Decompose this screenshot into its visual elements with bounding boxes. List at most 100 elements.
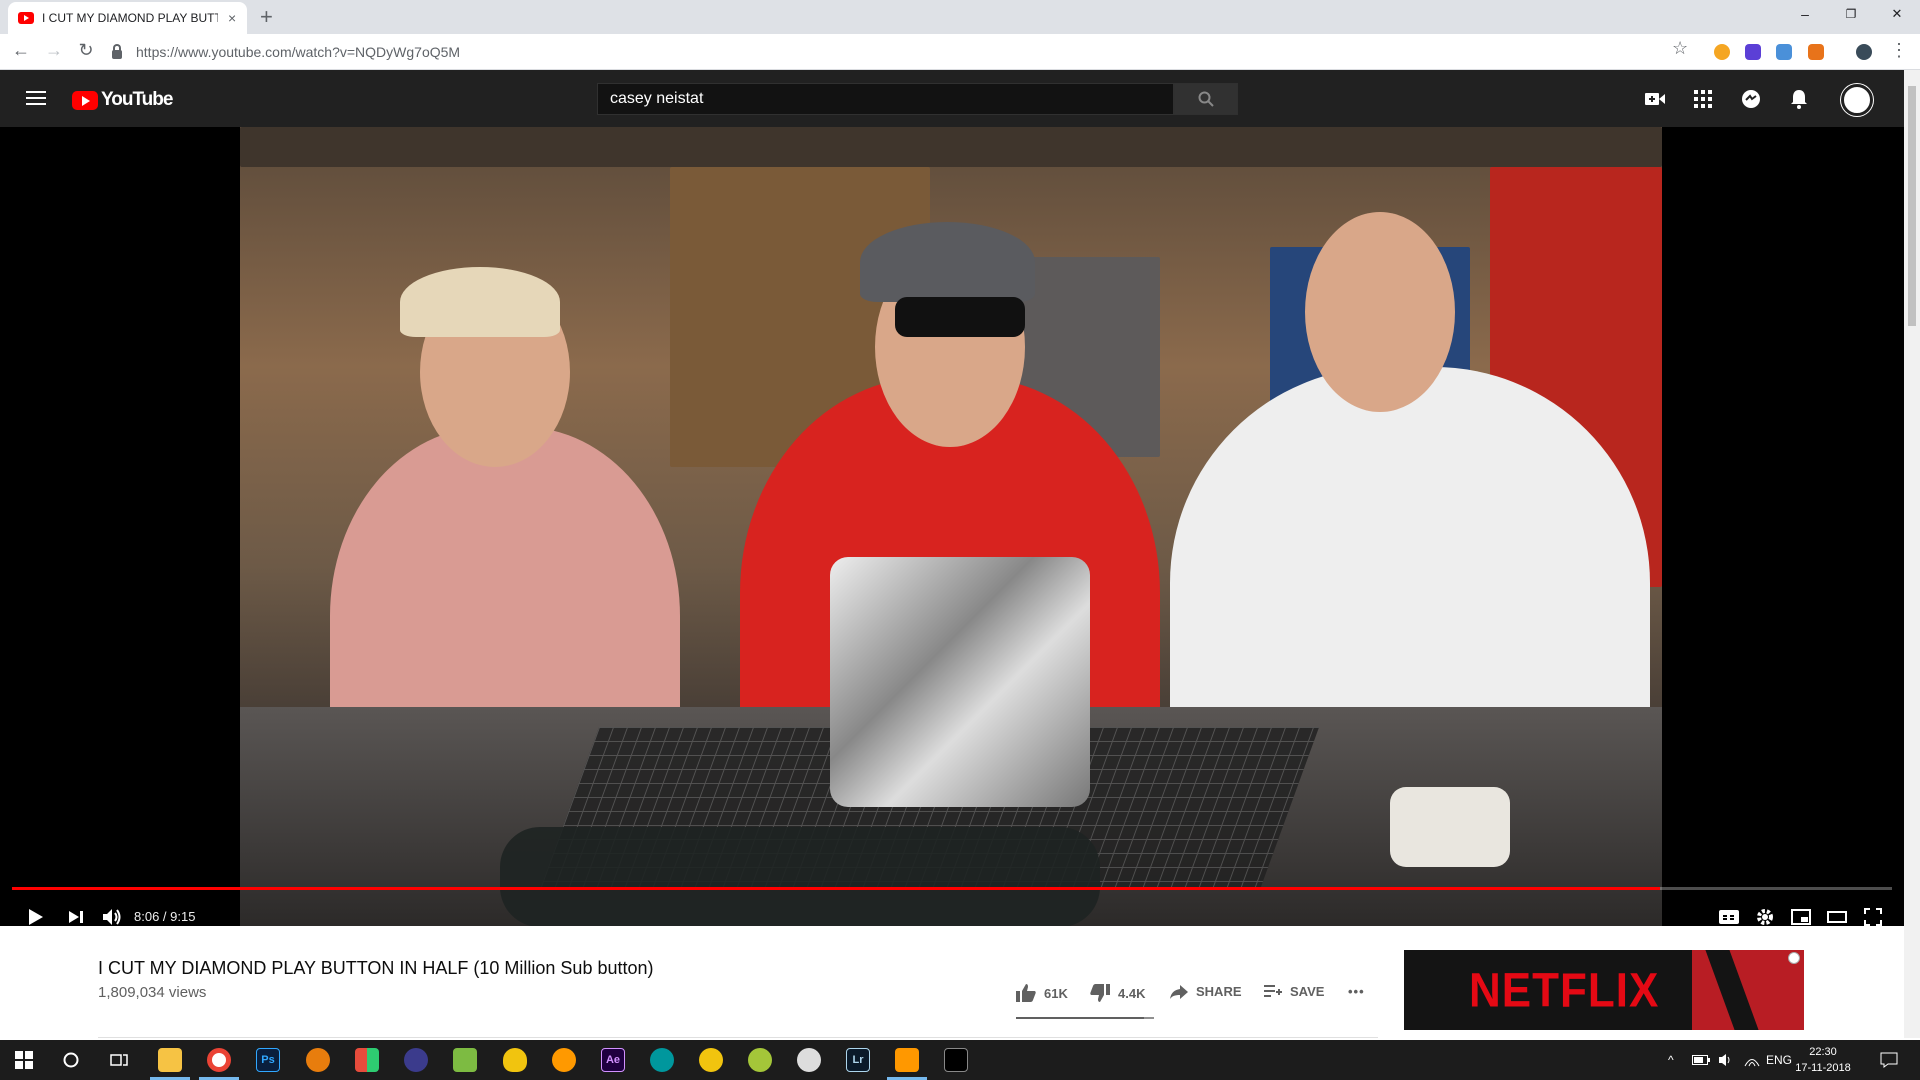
closed-captions-icon	[1719, 910, 1739, 924]
video-frame[interactable]	[240, 127, 1662, 926]
chrome-icon[interactable]	[207, 1048, 231, 1072]
search-box	[597, 83, 1174, 115]
extension-cookie-icon[interactable]	[1714, 44, 1730, 60]
extension-v-icon[interactable]	[1745, 44, 1761, 60]
tray-battery-icon[interactable]	[1692, 1040, 1710, 1080]
extension-satellite-icon[interactable]	[1776, 44, 1792, 60]
photoshop-icon[interactable]: Ps	[256, 1048, 280, 1072]
lightroom-icon[interactable]: Lr	[846, 1048, 870, 1072]
profile-avatar-icon[interactable]	[1856, 44, 1872, 60]
ad-brand-text: NETFLIX	[1469, 963, 1660, 1018]
task-view-icon[interactable]	[107, 1048, 131, 1072]
menu-hamburger-icon[interactable]	[26, 91, 46, 105]
messages-icon[interactable]	[1739, 87, 1763, 111]
action-center-icon[interactable]	[1880, 1040, 1898, 1080]
tray-volume-icon[interactable]	[1718, 1040, 1734, 1080]
back-button[interactable]: ←	[9, 40, 33, 61]
scrollbar-thumb[interactable]	[1908, 86, 1916, 326]
view-count: 1,809,034 views	[98, 984, 207, 1001]
browser-toolbar: ← → ↻ https://www.youtube.com/watch?v=NQ…	[0, 34, 1920, 70]
video-title: I CUT MY DIAMOND PLAY BUTTON IN HALF (10…	[98, 958, 654, 978]
share-button[interactable]: SHARE	[1170, 984, 1242, 999]
colorful-app-icon[interactable]	[355, 1048, 379, 1072]
more-actions-button[interactable]: •••	[1348, 984, 1365, 999]
dislike-button[interactable]: 4.4K	[1090, 984, 1145, 1002]
gear-icon	[1757, 909, 1773, 925]
cortana-search-icon[interactable]	[59, 1048, 83, 1072]
like-button[interactable]: 61K	[1016, 984, 1068, 1002]
android-app-icon[interactable]	[748, 1048, 772, 1072]
clock-date: 17-11-2018	[1795, 1062, 1851, 1074]
share-arrow-icon	[1170, 984, 1188, 999]
account-avatar[interactable]	[1841, 84, 1873, 116]
terminal-icon[interactable]	[944, 1048, 968, 1072]
disc-app-icon[interactable]	[404, 1048, 428, 1072]
search-icon	[1198, 91, 1214, 107]
apps-grid-icon[interactable]	[1691, 87, 1715, 111]
browser-menu-button[interactable]: ⋮	[1887, 40, 1911, 61]
tray-chevron-up-icon[interactable]: ^	[1668, 1040, 1674, 1080]
progress-bar[interactable]	[12, 887, 1892, 890]
ad-info-icon[interactable]	[1788, 952, 1800, 964]
youtube-logo[interactable]: YouTube	[72, 89, 173, 111]
next-icon	[69, 911, 83, 923]
maximize-button[interactable]: ❐	[1828, 0, 1874, 30]
create-video-icon[interactable]	[1643, 87, 1667, 111]
new-tab-button[interactable]: +	[260, 4, 273, 30]
minimize-button[interactable]: –	[1782, 0, 1828, 30]
tab-close-button[interactable]: ×	[228, 10, 236, 26]
theater-mode-icon	[1827, 911, 1847, 923]
miniplayer-icon	[1791, 909, 1811, 925]
search-button[interactable]	[1174, 83, 1238, 115]
netflix-ad-banner[interactable]: NETFLIX	[1404, 950, 1804, 1030]
notifications-bell-icon[interactable]	[1787, 87, 1811, 111]
windows-taskbar: Ps Ae Lr ^ ENG 22:30 17-11-2018	[0, 1040, 1920, 1080]
sublime-text-icon[interactable]	[895, 1048, 919, 1072]
video-info-section: I CUT MY DIAMOND PLAY BUTTON IN HALF (10…	[0, 926, 1904, 1038]
lock-icon	[112, 43, 122, 59]
reload-button[interactable]: ↻	[74, 40, 98, 61]
blender-icon[interactable]	[306, 1048, 330, 1072]
notepad-app-icon[interactable]	[453, 1048, 477, 1072]
share-label: SHARE	[1196, 984, 1242, 999]
thumbs-down-icon	[1090, 984, 1110, 1002]
address-bar[interactable]: https://www.youtube.com/watch?v=NQDyWg7o…	[112, 38, 1702, 66]
video-player[interactable]: 8:06 / 9:15	[0, 127, 1904, 926]
diamond-play-button-award	[830, 557, 1090, 807]
search-input[interactable]	[598, 84, 1173, 114]
fullscreen-icon	[1864, 908, 1882, 926]
forward-button[interactable]: →	[42, 40, 66, 61]
page-scrollbar[interactable]	[1904, 70, 1920, 1038]
netflix-n-logo-icon	[1692, 950, 1804, 1030]
like-ratio-fill	[1016, 1017, 1145, 1019]
file-explorer-icon[interactable]	[158, 1048, 182, 1072]
volume-icon	[103, 909, 121, 925]
like-dislike-ratio-bar	[1016, 1017, 1154, 1019]
windows-start-icon[interactable]	[12, 1048, 36, 1072]
thumbs-up-icon	[1016, 984, 1036, 1002]
save-button[interactable]: SAVE	[1264, 984, 1324, 999]
arduino-icon[interactable]	[650, 1048, 674, 1072]
add-to-playlist-icon	[1264, 984, 1282, 997]
browser-tab[interactable]: I CUT MY DIAMOND PLAY BUTTON IN HALF (10…	[8, 2, 247, 34]
vlc-app-icon[interactable]	[552, 1048, 576, 1072]
tray-wifi-icon[interactable]	[1744, 1040, 1760, 1080]
robot-app-icon[interactable]	[797, 1048, 821, 1072]
url-text: https://www.youtube.com/watch?v=NQDyWg7o…	[136, 44, 461, 60]
after-effects-icon[interactable]: Ae	[601, 1048, 625, 1072]
clock-time: 22:30	[1809, 1046, 1837, 1058]
browser-tabstrip: I CUT MY DIAMOND PLAY BUTTON IN HALF (10…	[0, 0, 1920, 34]
bookmark-star-icon[interactable]: ☆	[1672, 38, 1688, 59]
youtube-header: YouTube	[0, 70, 1904, 127]
extension-fox-icon[interactable]	[1808, 44, 1824, 60]
tab-title: I CUT MY DIAMOND PLAY BUTTON IN HALF (10…	[42, 11, 218, 25]
save-label: SAVE	[1290, 984, 1325, 999]
pencil-app-icon[interactable]	[503, 1048, 527, 1072]
like-count: 61K	[1044, 985, 1068, 1001]
tray-clock[interactable]: 22:30 17-11-2018	[1780, 1044, 1866, 1076]
play-icon	[29, 909, 43, 925]
close-window-button[interactable]: ✕	[1874, 0, 1920, 30]
dislike-count: 4.4K	[1118, 985, 1146, 1001]
emoji-app-icon[interactable]	[699, 1048, 723, 1072]
youtube-logo-text: YouTube	[101, 89, 173, 110]
